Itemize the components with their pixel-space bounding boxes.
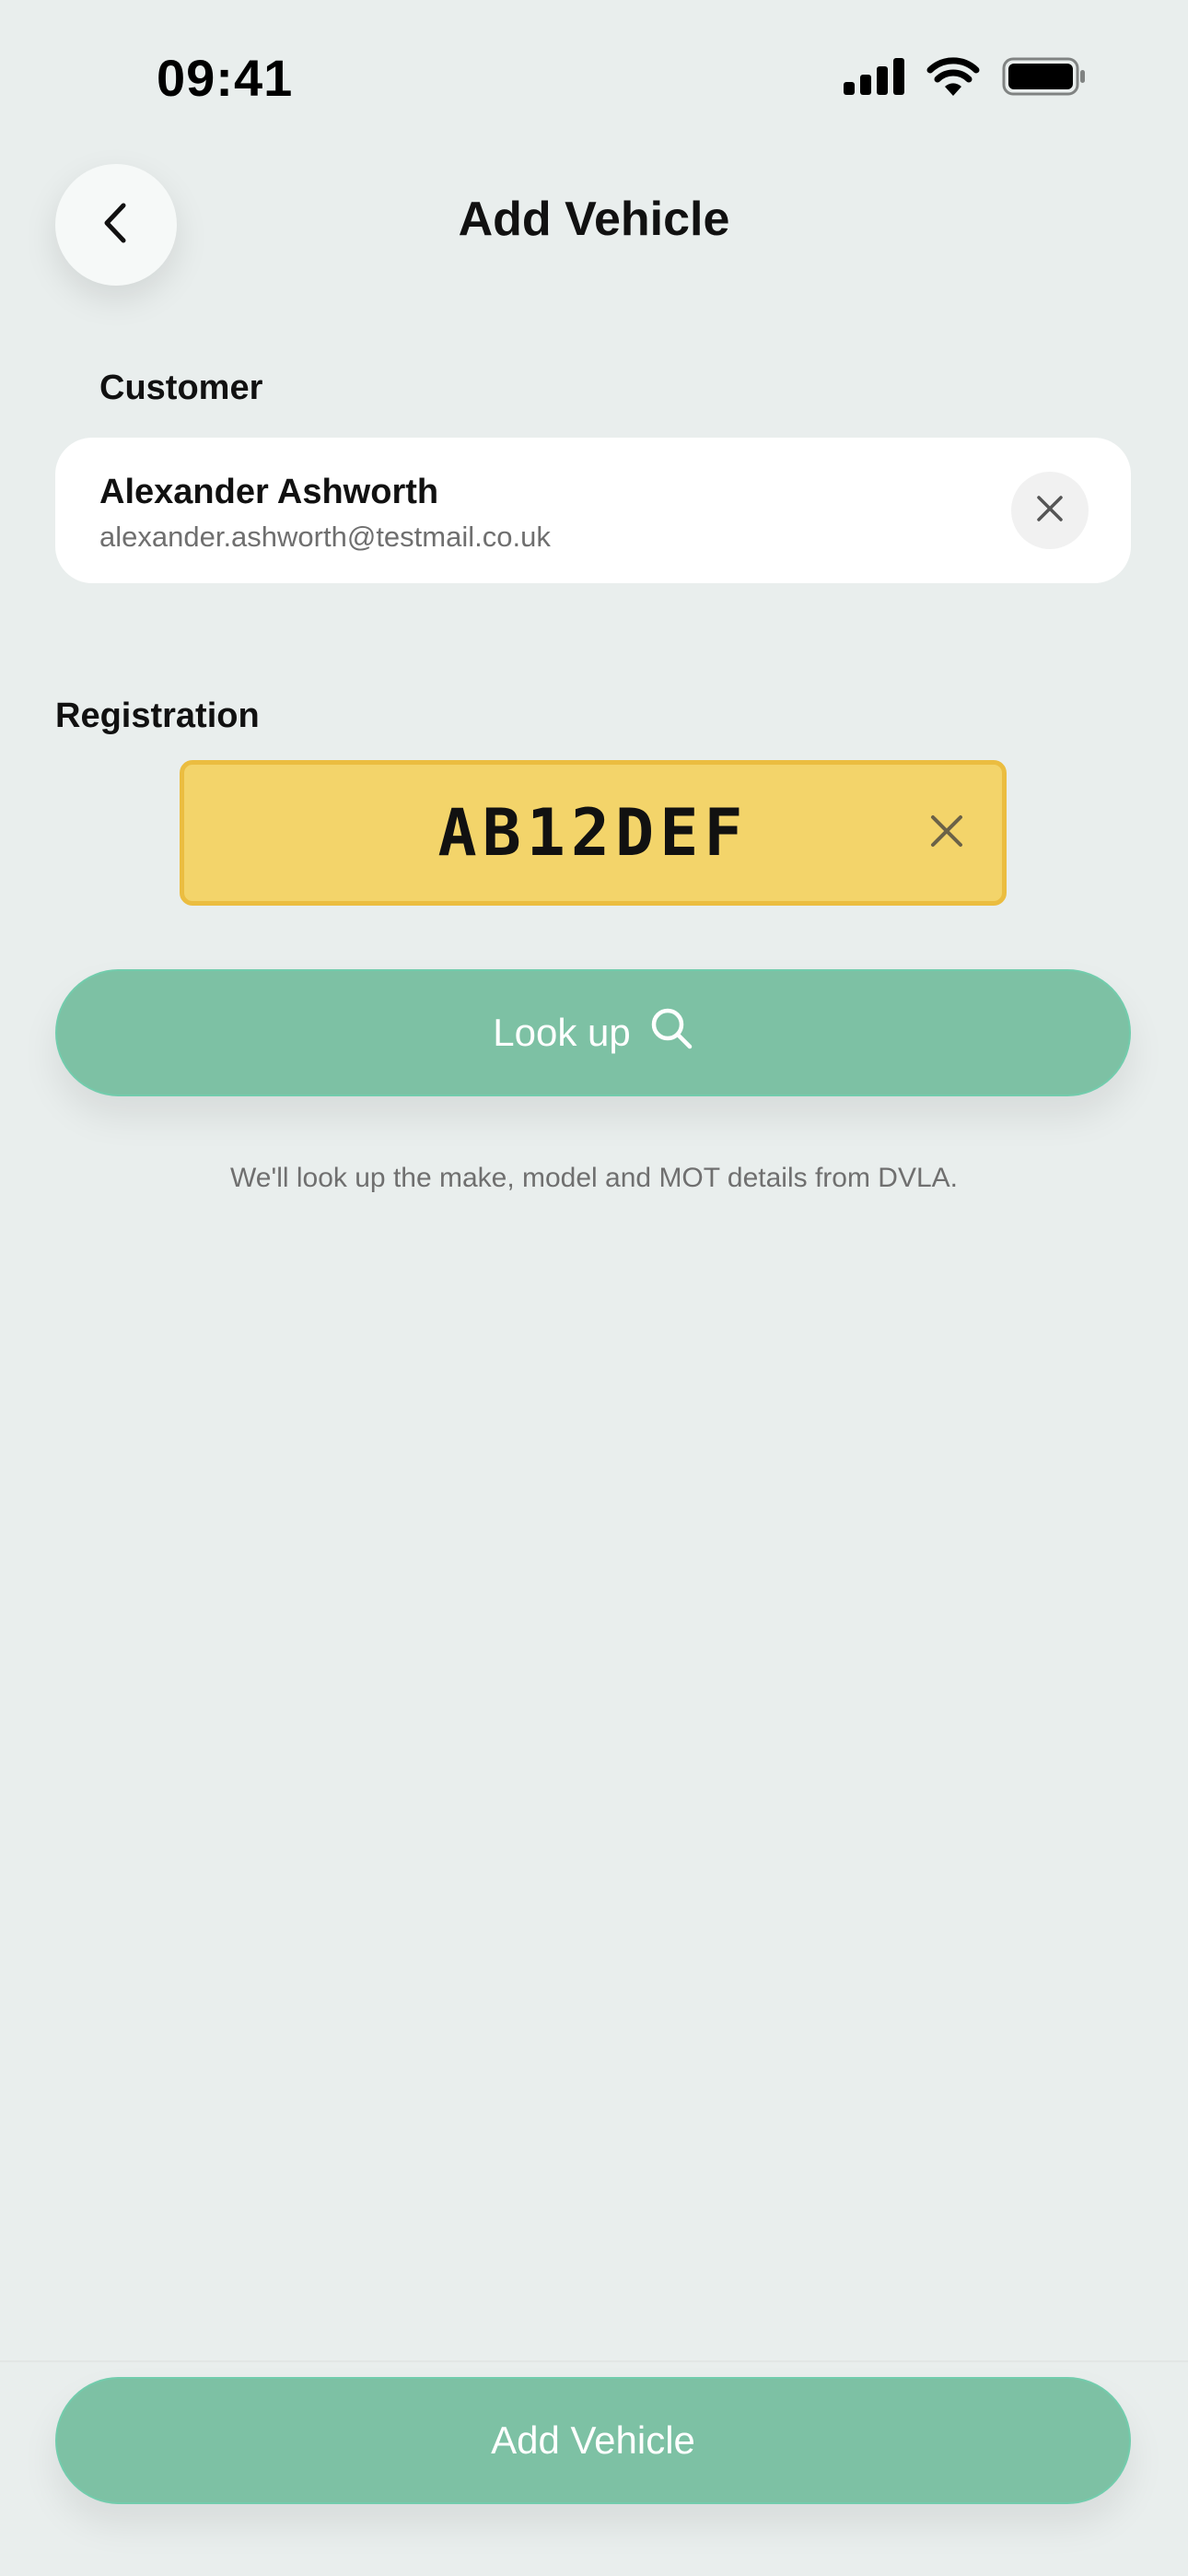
page-title: Add Vehicle <box>458 193 730 246</box>
close-icon <box>929 814 964 853</box>
signal-icon <box>844 58 904 100</box>
customer-label: Customer <box>99 369 263 407</box>
registration-input[interactable] <box>184 765 1002 901</box>
registration-label: Registration <box>55 697 260 735</box>
add-vehicle-label: Add Vehicle <box>491 2418 695 2462</box>
status-icons <box>844 57 1087 100</box>
footer-divider <box>0 2360 1188 2362</box>
lookup-helper-text: We'll look up the make, model and MOT de… <box>230 1163 958 1193</box>
lookup-button[interactable]: Look up <box>55 969 1131 1096</box>
customer-name: Alexander Ashworth <box>99 473 439 511</box>
customer-card[interactable]: Alexander Ashworth alexander.ashworth@te… <box>55 438 1131 583</box>
clear-registration-button[interactable] <box>919 805 974 861</box>
battery-icon <box>1002 57 1087 100</box>
wifi-icon <box>926 57 980 100</box>
registration-plate <box>180 760 1007 906</box>
lookup-label: Look up <box>493 1011 631 1054</box>
clear-customer-button[interactable] <box>1011 472 1089 549</box>
search-icon <box>649 1006 693 1060</box>
close-icon <box>1035 494 1065 528</box>
add-vehicle-button[interactable]: Add Vehicle <box>55 2377 1131 2504</box>
status-time: 09:41 <box>157 49 294 107</box>
customer-email: alexander.ashworth@testmail.co.uk <box>99 521 551 553</box>
